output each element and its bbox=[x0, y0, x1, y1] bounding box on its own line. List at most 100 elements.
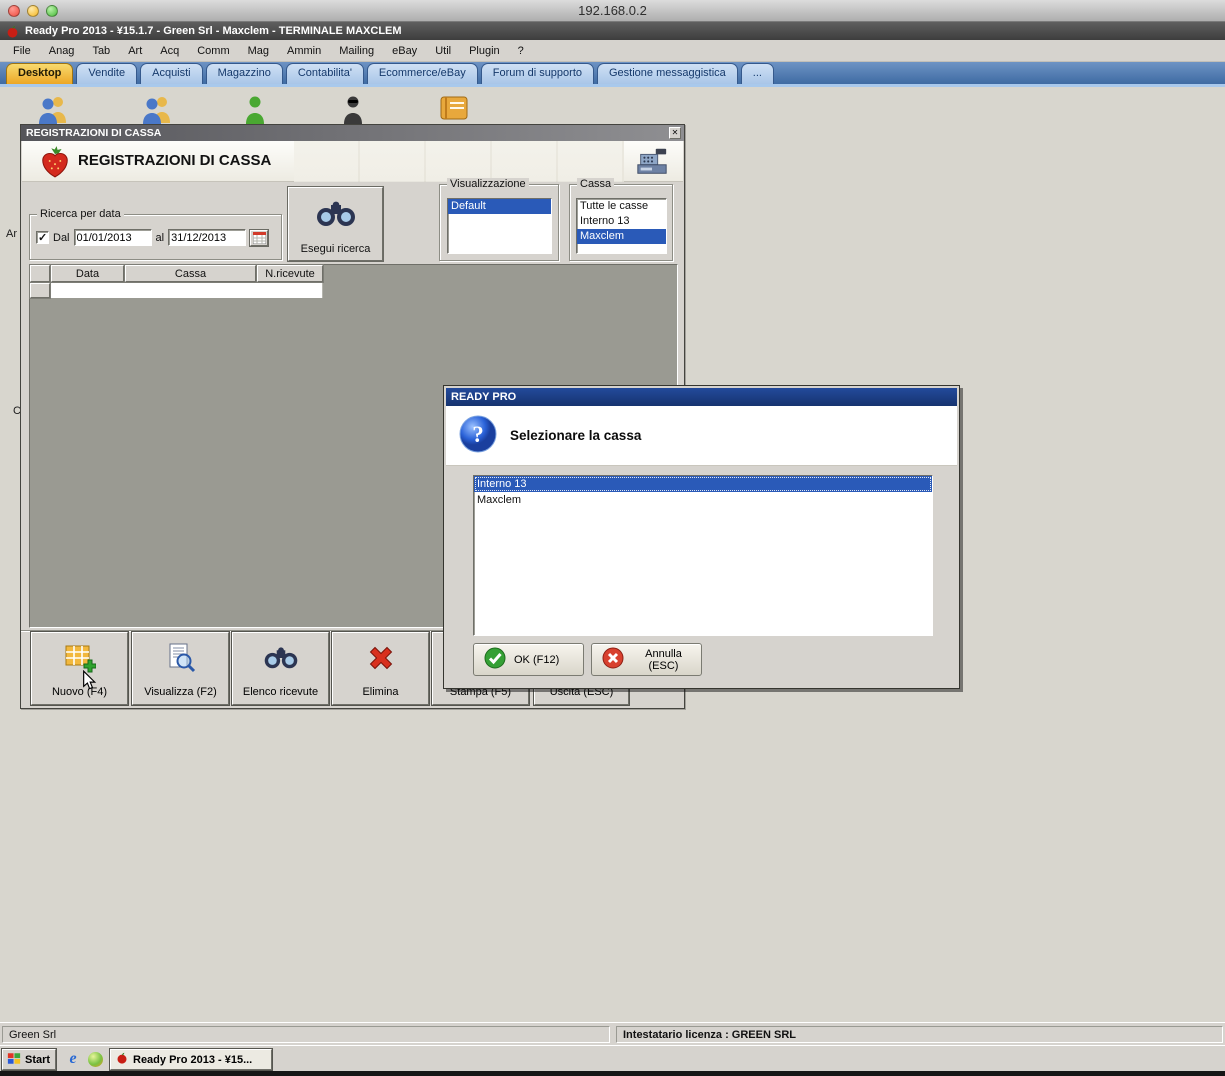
status-license: Intestatario licenza : GREEN SRL bbox=[623, 1028, 796, 1041]
internet-explorer-icon[interactable]: e bbox=[64, 1050, 82, 1068]
nuovo-label: Nuovo (F4) bbox=[51, 686, 108, 698]
cash-register-icon bbox=[635, 145, 669, 180]
menu-tab[interactable]: Tab bbox=[83, 42, 119, 60]
mouse-cursor bbox=[82, 669, 97, 694]
cassa-listbox[interactable]: Tutte le casse Interno 13 Maxclem bbox=[576, 198, 667, 254]
taskbar-readypro-button[interactable]: Ready Pro 2013 - ¥15... bbox=[109, 1048, 273, 1071]
desktop-label-fragment-1: Ar bbox=[6, 228, 17, 240]
desktop-icon-person-dark[interactable] bbox=[338, 94, 372, 124]
dal-checkbox[interactable] bbox=[36, 231, 49, 244]
ready-pro-dialog: READY PRO ? Selezionare la cassa Interno… bbox=[443, 385, 960, 689]
dal-label: Dal bbox=[53, 231, 70, 244]
nuovo-button[interactable]: Nuovo (F4) bbox=[30, 631, 129, 706]
window-titlebar[interactable]: REGISTRAZIONI DI CASSA bbox=[21, 125, 684, 141]
question-icon: ? bbox=[458, 414, 498, 457]
menu-mailing[interactable]: Mailing bbox=[330, 42, 383, 60]
visualizza-button[interactable]: Visualizza (F2) bbox=[131, 631, 230, 706]
menu-anag[interactable]: Anag bbox=[40, 42, 84, 60]
window-header-title: REGISTRAZIONI DI CASSA bbox=[78, 152, 272, 169]
menu-plugin[interactable]: Plugin bbox=[460, 42, 509, 60]
window-close-button[interactable] bbox=[669, 127, 681, 139]
al-label: al bbox=[155, 231, 165, 244]
list-item[interactable]: Tutte le casse bbox=[577, 199, 666, 214]
annulla-button[interactable]: Annulla (ESC) bbox=[591, 643, 702, 676]
menu-util[interactable]: Util bbox=[426, 42, 460, 60]
binoculars-icon bbox=[315, 189, 357, 239]
taskbar-button-label: Ready Pro 2013 - ¥15... bbox=[133, 1053, 253, 1066]
app-titlebar[interactable]: Ready Pro 2013 - ¥15.1.7 - Green Srl - M… bbox=[0, 22, 1225, 40]
tab-magazzino[interactable]: Magazzino bbox=[205, 63, 283, 84]
ricerca-per-data-group: Ricerca per data Dal al bbox=[29, 208, 282, 260]
menu-help[interactable]: ? bbox=[509, 42, 533, 60]
svg-text:?: ? bbox=[472, 422, 484, 447]
calendar-picker-button[interactable] bbox=[249, 228, 270, 247]
red-x-icon bbox=[366, 634, 396, 681]
start-button[interactable]: Start bbox=[1, 1048, 57, 1071]
dialog-cassa-listbox[interactable]: Interno 13 Maxclem bbox=[473, 475, 933, 636]
desktop-icon-address-book[interactable] bbox=[438, 94, 472, 124]
menu-ammin[interactable]: Ammin bbox=[278, 42, 330, 60]
tab-desktop[interactable]: Desktop bbox=[6, 63, 74, 84]
desktop-icon-person-green[interactable] bbox=[240, 94, 274, 124]
column-header-nricevute[interactable]: N.ricevute bbox=[256, 264, 324, 283]
window-header: REGISTRAZIONI DI CASSA bbox=[22, 141, 683, 182]
menubar: File Anag Tab Art Acq Comm Mag Ammin Mai… bbox=[0, 40, 1225, 62]
header-toolbar-segments bbox=[294, 141, 624, 182]
strawberry-icon bbox=[38, 145, 72, 182]
column-header-rowselector[interactable] bbox=[29, 264, 51, 283]
row-header-cell bbox=[29, 282, 51, 299]
apple-icon bbox=[116, 1052, 128, 1067]
taskbar: Start e Ready Pro 2013 - ¥15... bbox=[0, 1045, 1225, 1071]
column-header-cassa[interactable]: Cassa bbox=[124, 264, 257, 283]
desktop-icon-people-pair-1[interactable] bbox=[36, 94, 70, 124]
menu-mag[interactable]: Mag bbox=[239, 42, 278, 60]
tab-gestione-messaggistica[interactable]: Gestione messaggistica bbox=[597, 63, 738, 84]
cassa-group: Cassa Tutte le casse Interno 13 Maxclem bbox=[569, 178, 673, 261]
date-to-input[interactable] bbox=[168, 229, 247, 246]
app-title: Ready Pro 2013 - ¥15.1.7 - Green Srl - M… bbox=[25, 25, 402, 37]
menu-comm[interactable]: Comm bbox=[188, 42, 238, 60]
column-header-data[interactable]: Data bbox=[50, 264, 125, 283]
elimina-label: Elimina bbox=[362, 686, 399, 698]
date-from-input[interactable] bbox=[73, 229, 152, 246]
visualizza-label: Visualizza (F2) bbox=[144, 686, 217, 698]
document-magnifier-icon bbox=[166, 634, 196, 681]
dialog-title: READY PRO bbox=[451, 391, 517, 403]
empty-table-row[interactable] bbox=[51, 283, 323, 298]
menu-art[interactable]: Art bbox=[119, 42, 151, 60]
list-item[interactable]: Interno 13 bbox=[474, 476, 932, 492]
visualizzazione-label: Visualizzazione bbox=[447, 178, 529, 190]
tab-contabilita[interactable]: Contabilita' bbox=[285, 63, 364, 84]
windows-flag-icon bbox=[7, 1052, 21, 1068]
menu-acq[interactable]: Acq bbox=[151, 42, 188, 60]
menu-ebay[interactable]: eBay bbox=[383, 42, 426, 60]
ok-label: OK (F12) bbox=[514, 653, 560, 666]
tab-more[interactable]: ... bbox=[740, 63, 774, 84]
menu-file[interactable]: File bbox=[4, 42, 40, 60]
tab-ecommerce-ebay[interactable]: Ecommerce/eBay bbox=[366, 63, 478, 84]
list-item[interactable]: Maxclem bbox=[474, 492, 932, 508]
remote-screen: 192.168.0.2 Ready Pro 2013 - ¥15.1.7 - G… bbox=[0, 0, 1225, 1076]
app-logo-apple-icon bbox=[6, 25, 19, 38]
ricerca-per-data-label: Ricerca per data bbox=[37, 208, 124, 220]
visualizzazione-listbox[interactable]: Default bbox=[447, 198, 552, 254]
esegui-ricerca-button[interactable]: Esegui ricerca bbox=[287, 186, 384, 262]
window-title: REGISTRAZIONI DI CASSA bbox=[26, 127, 162, 139]
bottom-strip bbox=[0, 1071, 1225, 1076]
visualizzazione-group: Visualizzazione Default bbox=[439, 178, 559, 261]
ok-button[interactable]: OK (F12) bbox=[473, 643, 584, 676]
quick-launch-sphere-icon[interactable] bbox=[86, 1050, 104, 1068]
desktop-icon-people-pair-2[interactable] bbox=[140, 94, 174, 124]
tab-vendite[interactable]: Vendite bbox=[76, 63, 138, 84]
tab-acquisti[interactable]: Acquisti bbox=[140, 63, 203, 84]
list-item[interactable]: Interno 13 bbox=[577, 214, 666, 229]
elenco-ricevute-button[interactable]: Elenco ricevute bbox=[231, 631, 330, 706]
elimina-button[interactable]: Elimina bbox=[331, 631, 430, 706]
dialog-message: Selezionare la cassa bbox=[510, 428, 642, 443]
esegui-ricerca-label: Esegui ricerca bbox=[300, 243, 371, 255]
list-item[interactable]: Default bbox=[448, 199, 551, 214]
list-item[interactable]: Maxclem bbox=[577, 229, 666, 244]
main-tabbar: Desktop Vendite Acquisti Magazzino Conta… bbox=[0, 62, 1225, 87]
tab-forum-di-supporto[interactable]: Forum di supporto bbox=[480, 63, 594, 84]
dialog-titlebar[interactable]: READY PRO bbox=[446, 388, 957, 406]
